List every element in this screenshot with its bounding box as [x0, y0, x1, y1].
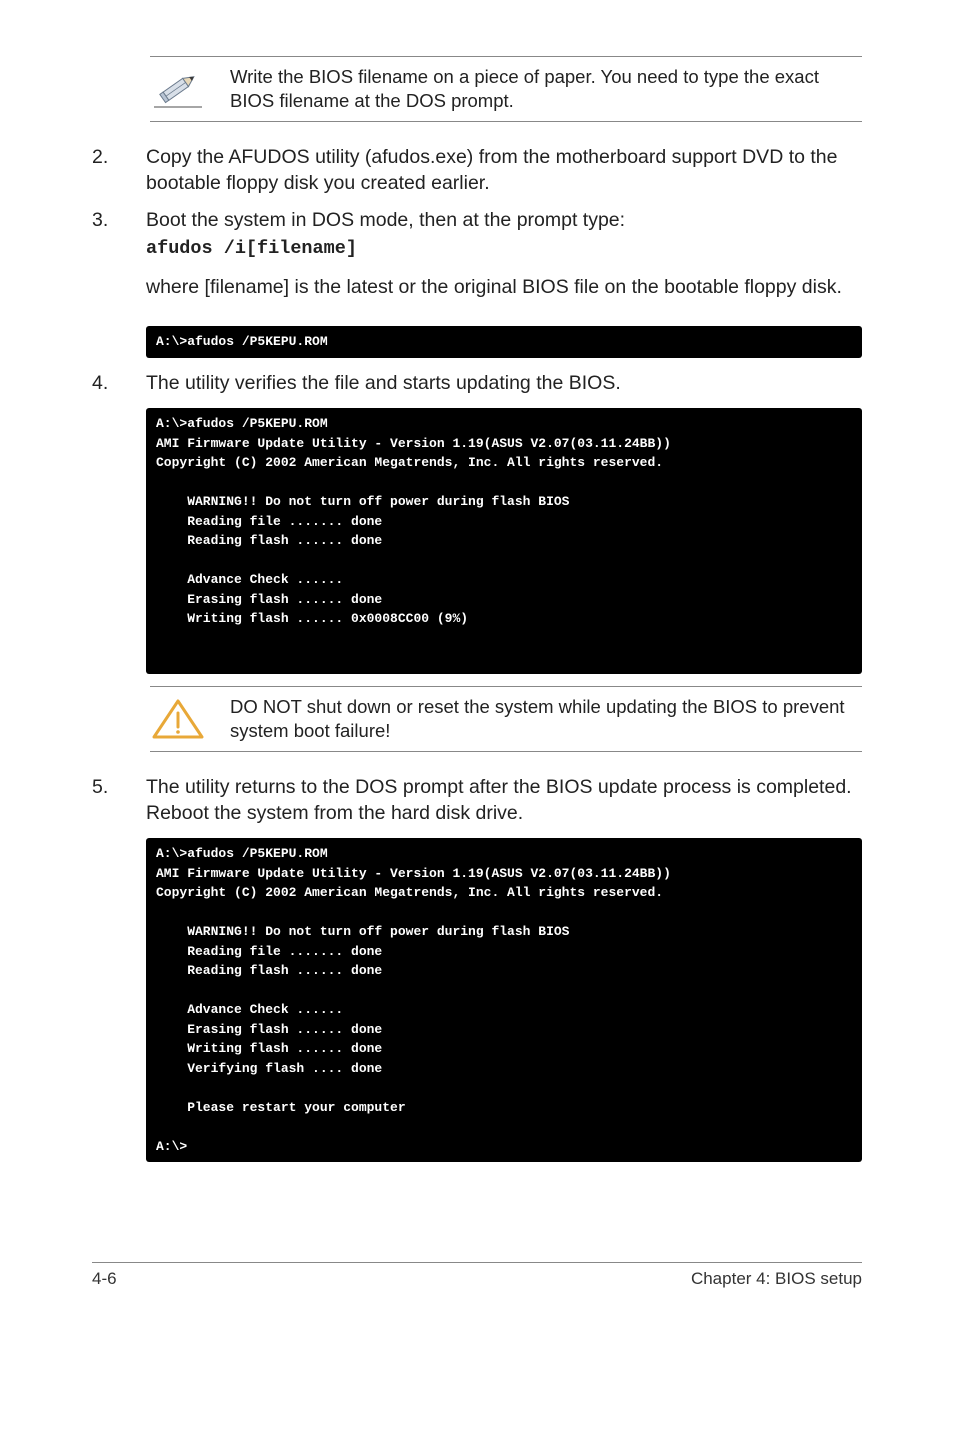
terminal-output: A:\>afudos /P5KEPU.ROM AMI Firmware Upda…: [146, 408, 862, 674]
list-item-2: 2. Copy the AFUDOS utility (afudos.exe) …: [92, 144, 862, 197]
list-item-3: 3. Boot the system in DOS mode, then at …: [92, 207, 862, 315]
list-body: Copy the AFUDOS utility (afudos.exe) fro…: [146, 144, 862, 197]
chapter-label: Chapter 4: BIOS setup: [691, 1269, 862, 1289]
list-number: 5.: [92, 774, 118, 827]
list-item-4: 4. The utility verifies the file and sta…: [92, 370, 862, 396]
paragraph: where [filename] is the latest or the or…: [146, 274, 862, 300]
pencil-icon: [150, 67, 206, 111]
note-text: Write the BIOS filename on a piece of pa…: [230, 65, 862, 113]
terminal-output: A:\>afudos /P5KEPU.ROM: [146, 326, 862, 358]
page-footer: 4-6 Chapter 4: BIOS setup: [92, 1262, 862, 1289]
warning-icon: [150, 697, 206, 741]
warning-text: DO NOT shut down or reset the system whi…: [230, 695, 862, 743]
list-number: 2.: [92, 144, 118, 197]
page-number: 4-6: [92, 1269, 117, 1289]
page: Write the BIOS filename on a piece of pa…: [0, 0, 954, 1319]
list-body: The utility verifies the file and starts…: [146, 370, 862, 396]
list-number: 4.: [92, 370, 118, 396]
list-text: Boot the system in DOS mode, then at the…: [146, 207, 862, 233]
note-block: Write the BIOS filename on a piece of pa…: [150, 56, 862, 122]
warning-block: DO NOT shut down or reset the system whi…: [150, 686, 862, 752]
list-item-5: 5. The utility returns to the DOS prompt…: [92, 774, 862, 827]
list-body: Boot the system in DOS mode, then at the…: [146, 207, 862, 315]
list-body: The utility returns to the DOS prompt af…: [146, 774, 862, 827]
terminal-output: A:\>afudos /P5KEPU.ROM AMI Firmware Upda…: [146, 838, 862, 1162]
list-number: 3.: [92, 207, 118, 315]
code-command: afudos /i[filename]: [146, 237, 862, 262]
